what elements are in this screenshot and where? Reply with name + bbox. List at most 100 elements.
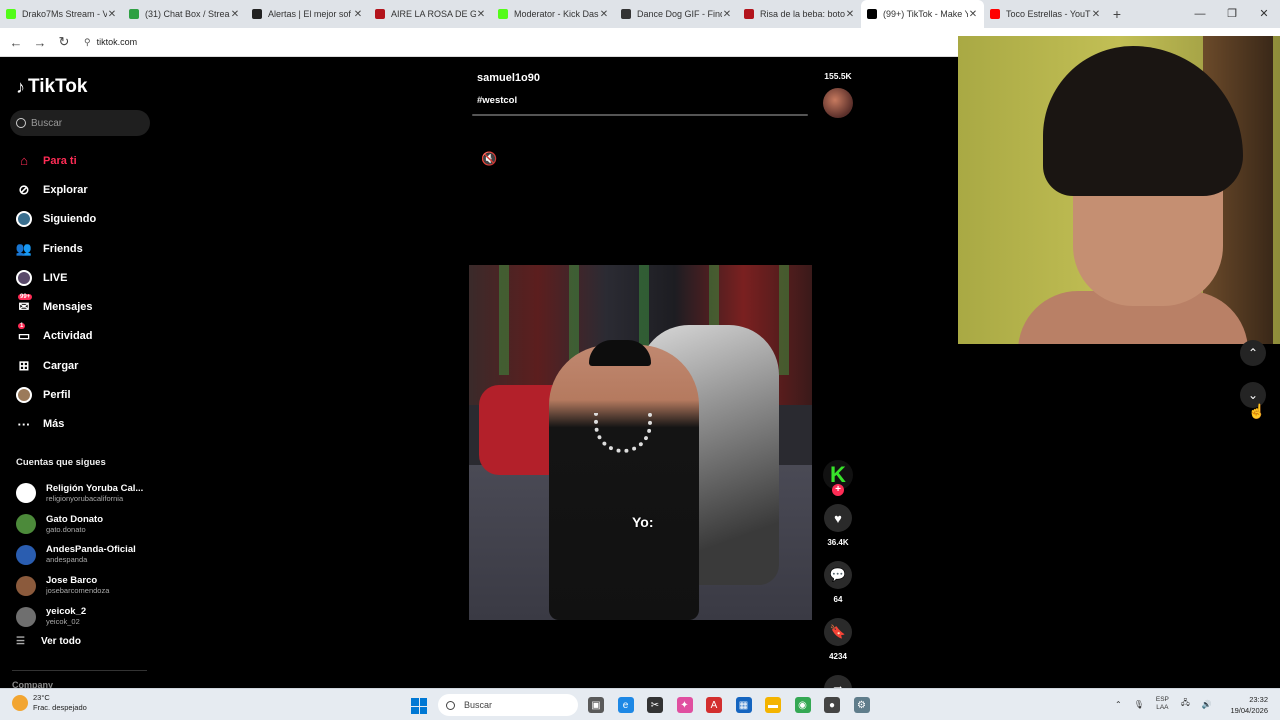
tab-close-icon[interactable]: ✕ — [968, 9, 978, 20]
capcut-icon[interactable]: ✂ — [647, 697, 663, 713]
url-field[interactable]: ⚲ tiktok.com — [84, 32, 137, 52]
tab-close-icon[interactable]: ✕ — [1091, 9, 1101, 20]
system-tray: ⌃ 🎙 ESP LAA 🖧 🔊 — [1115, 696, 1224, 712]
minimize-button[interactable]: — — [1184, 0, 1216, 28]
tab-favicon-icon — [990, 9, 1000, 19]
browser-tab[interactable]: Risa de la beba: boto ✕ — [738, 0, 861, 28]
browser-tab[interactable]: Toco Estrellas - YouT ✕ — [984, 0, 1107, 28]
windows-start-icon[interactable] — [411, 698, 427, 714]
tab-close-icon[interactable]: ✕ — [476, 9, 486, 20]
tab-close-icon[interactable]: ✕ — [722, 9, 732, 20]
store-icon[interactable]: ▦ — [735, 697, 752, 713]
tab-close-icon[interactable]: ✕ — [599, 9, 609, 20]
weather-widget[interactable]: 23°C Frac. despejado — [12, 693, 87, 713]
reload-icon[interactable]: ↻ — [52, 34, 76, 50]
more-icon: ··· — [17, 416, 31, 432]
prev-video-hashtag[interactable]: #westcol — [477, 95, 517, 106]
prev-video-username[interactable]: samuel1o90 — [477, 72, 540, 84]
site-info-icon[interactable]: ⚲ — [84, 37, 91, 48]
taskbar-clock[interactable]: 23:32 19/04/2026 — [1222, 694, 1268, 716]
search-input[interactable]: Buscar — [10, 110, 150, 136]
chrome-icon[interactable]: ◉ — [794, 697, 811, 713]
following-account-item[interactable]: Gato Donato gato.donato — [16, 509, 156, 540]
sidebar-item-activity[interactable]: ▭ 1 Actividad — [16, 322, 156, 351]
tab-close-icon[interactable]: ✕ — [230, 9, 240, 20]
browser-tab[interactable]: (99+) TikTok - Make Y ✕ — [861, 0, 984, 28]
tab-close-icon[interactable]: ✕ — [845, 9, 855, 20]
prev-music-disc-avatar[interactable] — [823, 88, 853, 118]
sidebar-item-friends[interactable]: 👥 Friends — [16, 234, 156, 263]
sidebar-item-profile[interactable]: Perfil — [16, 380, 156, 409]
search-icon — [16, 118, 26, 128]
sidebar-item-label: Para ti — [43, 154, 77, 167]
prev-video-progress[interactable] — [472, 114, 808, 116]
chevron-up-icon: ⌃ — [1247, 346, 1259, 360]
weather-temp: 23°C — [33, 693, 50, 702]
tab-title: (99+) TikTok - Make Y — [883, 9, 968, 19]
settings-gear-icon[interactable]: ⚙ — [853, 697, 870, 713]
weather-sun-icon — [12, 695, 28, 711]
tab-close-icon[interactable]: ✕ — [107, 9, 117, 20]
back-arrow-icon[interactable]: ← — [4, 35, 28, 50]
like-heart-icon[interactable]: ♥ — [824, 504, 852, 532]
tray-chevron-up-icon[interactable]: ⌃ — [1115, 700, 1122, 709]
browser-tab[interactable]: Dance Dog GIF - Find ✕ — [615, 0, 738, 28]
sidebar-item-following[interactable]: Siguiendo — [16, 205, 156, 234]
previous-video-button[interactable]: ⌃ — [1240, 340, 1266, 366]
account-handle: josebarcomendoza — [46, 586, 110, 596]
tab-favicon-icon — [252, 9, 262, 19]
maximize-button[interactable]: ❐ — [1216, 0, 1248, 28]
acrobat-icon[interactable]: A — [706, 697, 722, 713]
sidebar-item-live[interactable]: LIVE — [16, 263, 156, 292]
sidebar-item-upload[interactable]: ⊞ Cargar — [16, 351, 156, 380]
avatar — [16, 606, 36, 627]
browser-tab[interactable]: Drako7Ms Stream - V ✕ — [0, 0, 123, 28]
file-explorer-icon[interactable]: ▬ — [765, 697, 781, 713]
browser-tab[interactable]: AIRE LA ROSA DE GU ✕ — [369, 0, 492, 28]
browser-tab[interactable]: (31) Chat Box / Strea ✕ — [123, 0, 246, 28]
sidebar-item-more[interactable]: ··· Más — [16, 410, 156, 439]
bookmark-icon[interactable]: 🔖 — [824, 618, 852, 646]
see-all-link[interactable]: ☰ Ver todo — [16, 636, 81, 647]
language-indicator[interactable]: ESP LAA — [1156, 696, 1169, 712]
creator-avatar[interactable]: K + — [823, 460, 853, 496]
following-account-item[interactable]: Jose Barco josebarcomendoza — [16, 570, 156, 601]
browser-tab-bar: Drako7Ms Stream - V ✕ (31) Chat Box / Stre… — [0, 0, 1280, 28]
sidebar-item-compass[interactable]: ⊘ Explorar — [16, 175, 156, 204]
tiktok-logo[interactable]: ♪ TikTok — [16, 76, 87, 98]
volume-icon[interactable]: 🔊 — [1202, 700, 1212, 709]
video-player[interactable]: Yo: — [469, 265, 812, 620]
tab-title: AIRE LA ROSA DE GU — [391, 9, 476, 19]
sidebar-item-label: Actividad — [43, 330, 93, 343]
taskbar-search[interactable]: Buscar — [438, 694, 578, 716]
new-tab-button[interactable]: + — [1107, 6, 1127, 22]
following-account-item[interactable]: AndesPanda-Oficial andespanda — [16, 540, 156, 571]
network-icon[interactable]: 🖧 — [1181, 697, 1190, 711]
browser-tab[interactable]: Moderator - Kick Das ✕ — [492, 0, 615, 28]
clock-date: 19/04/2026 — [1230, 706, 1268, 715]
follow-plus-icon[interactable]: + — [832, 484, 844, 496]
sidebar-item-home[interactable]: ⌂ Para ti — [16, 146, 156, 175]
sidebar-nav: ⌂ Para ti ⊘ Explorar Siguiendo 👥 Friends LIVE ✉ 9… — [16, 146, 156, 439]
profile-icon — [16, 387, 32, 404]
following-account-item[interactable]: Religión Yoruba Cal... religionyorubacali… — [16, 478, 156, 509]
url-text: tiktok.com — [96, 37, 138, 47]
copilot-icon[interactable]: ✦ — [676, 697, 693, 713]
task-view-icon[interactable]: ▣ — [588, 697, 604, 713]
sidebar-item-messages[interactable]: ✉ 99+ Mensajes — [16, 292, 156, 321]
comment-icon[interactable]: 💬 — [824, 561, 852, 589]
microphone-icon[interactable]: 🎙 — [1134, 700, 1144, 709]
following-icon — [16, 211, 32, 228]
obs-icon[interactable]: ● — [824, 697, 840, 713]
sidebar-item-label: Friends — [43, 242, 83, 255]
tab-title: Toco Estrellas - YouT — [1006, 9, 1091, 19]
mute-icon[interactable]: 🔇 — [481, 151, 497, 167]
close-window-button[interactable]: ✕ — [1248, 0, 1280, 28]
forward-arrow-icon[interactable]: → — [28, 35, 52, 50]
weather-desc: Frac. despejado — [33, 703, 87, 712]
edge-icon[interactable]: e — [617, 697, 634, 713]
following-account-item[interactable]: yeicok_2 yeicok_02 — [16, 601, 156, 632]
browser-tab[interactable]: Alertas | El mejor sof ✕ — [246, 0, 369, 28]
tab-close-icon[interactable]: ✕ — [353, 9, 363, 20]
save-count: 4234 — [829, 652, 847, 661]
